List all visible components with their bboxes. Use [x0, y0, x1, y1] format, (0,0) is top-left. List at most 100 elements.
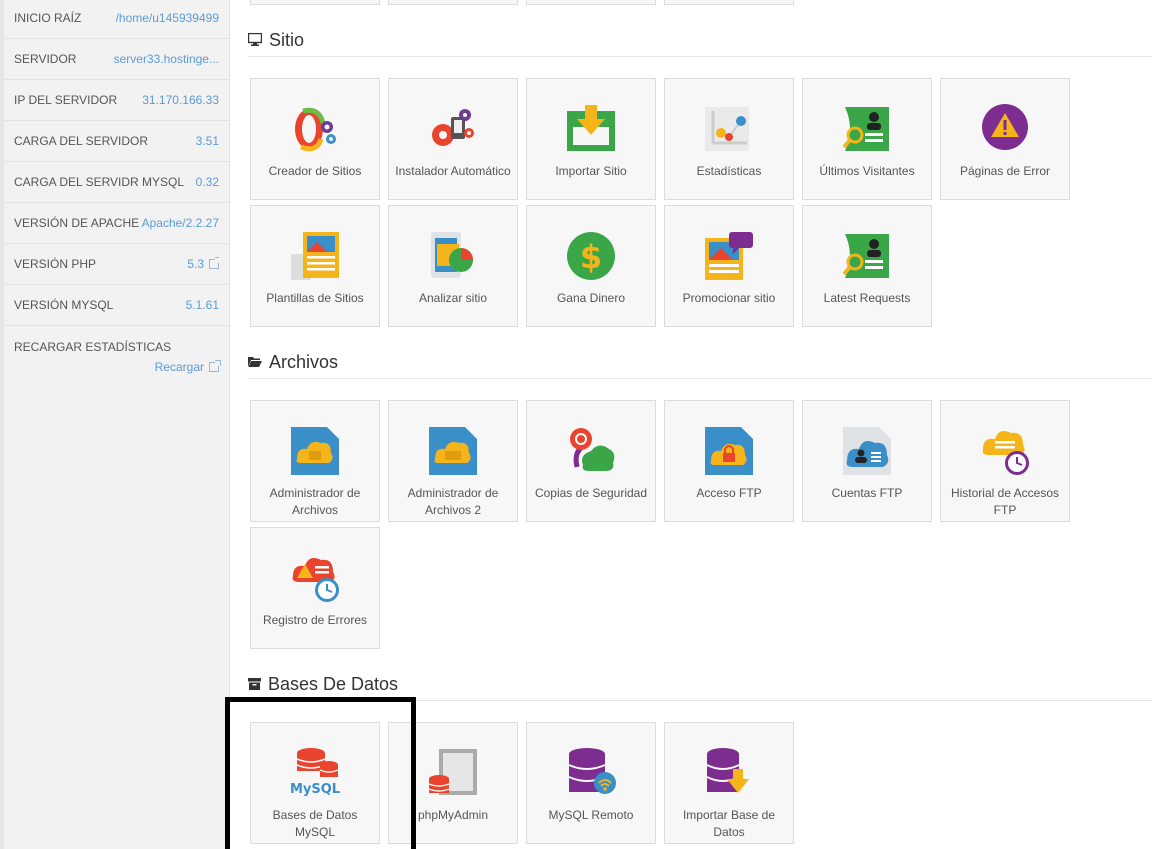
info-row-server: SERVIDOR server33.hostinge...	[4, 39, 229, 80]
info-value: 0.32	[195, 175, 219, 189]
latest-requests-icon	[842, 234, 889, 278]
ftp-accounts-icon	[843, 427, 891, 475]
reload-link[interactable]: Recargar	[14, 360, 221, 374]
section-title-text: Bases De Datos	[268, 674, 399, 694]
info-key: CARGA DEL SERVIDR MYSQL	[14, 175, 185, 189]
tile-plantillas-de-sitios[interactable]: Plantillas de Sitios	[250, 205, 380, 327]
tile-promocionar-sitio[interactable]: Promocionar sitio	[664, 205, 794, 327]
info-value: 31.170.166.33	[142, 93, 219, 107]
analyze-site-icon	[431, 232, 473, 278]
tile-administrador-de-archivos[interactable]: Administrador de Archivos	[250, 400, 380, 522]
tile-label: Administrador de Archivos 2	[407, 486, 499, 517]
info-row-server-load: CARGA DEL SERVIDOR 3.51	[4, 121, 229, 162]
tile-stub	[250, 0, 380, 5]
tile-label: Páginas de Error	[959, 164, 1051, 178]
tile-registro-de-errores[interactable]: Registro de Errores	[250, 527, 380, 649]
tile-importar-base-de-datos[interactable]: Importar Base de Datos	[664, 722, 794, 844]
tile-analizar-sitio[interactable]: Analizar sitio	[388, 205, 518, 327]
statistics-icon	[705, 107, 749, 151]
tile-latest-requests[interactable]: Latest Requests	[802, 205, 932, 327]
tile-instalador-automatico[interactable]: Instalador Automático	[388, 78, 518, 200]
tile-label: Últimos Visitantes	[819, 164, 915, 178]
info-key: SERVIDOR	[14, 52, 77, 66]
highlight-box	[225, 697, 416, 849]
tile-cuentas-ftp[interactable]: Cuentas FTP	[802, 400, 932, 522]
section-title-bases-de-datos: Bases De Datos	[248, 674, 398, 695]
info-row-ip: IP DEL SERVIDOR 31.170.166.33	[4, 80, 229, 121]
archive-box-icon	[248, 674, 261, 695]
auto-installer-icon	[432, 109, 474, 146]
import-database-icon	[706, 748, 749, 793]
external-link-icon	[209, 360, 221, 372]
section-divider	[248, 378, 1152, 379]
tile-label: Registro de Errores	[262, 613, 368, 627]
promote-site-icon	[705, 232, 753, 280]
ftp-history-icon	[982, 431, 1029, 475]
info-value: 3.51	[195, 134, 219, 148]
tile-label: MySQL Remoto	[548, 808, 634, 822]
tile-ultimos-visitantes[interactable]: Últimos Visitantes	[802, 78, 932, 200]
tile-label: Latest Requests	[823, 291, 911, 305]
tile-label: Promocionar sitio	[682, 291, 776, 305]
info-row-apache: VERSIÓN DE APACHE Apache/2.2.27	[4, 203, 229, 244]
last-visitors-icon	[842, 107, 889, 151]
info-key: VERSIÓN PHP	[14, 257, 97, 271]
tile-copias-de-seguridad[interactable]: Copias de Seguridad	[526, 400, 656, 522]
tile-creador-de-sitios[interactable]: Creador de Sitios	[250, 78, 380, 200]
site-templates-icon	[291, 232, 339, 280]
tile-label: phpMyAdmin	[417, 808, 489, 822]
tile-gana-dinero[interactable]: $ Gana Dinero	[526, 205, 656, 327]
tile-label: Administrador de Archivos	[269, 486, 361, 517]
info-row-mysql: VERSIÓN MYSQL 5.1.61	[4, 285, 229, 326]
tile-label: Instalador Automático	[395, 164, 511, 178]
tile-label: Estadísticas	[696, 164, 762, 178]
info-value: 5.1.61	[185, 298, 219, 312]
info-value: /home/u145939499	[115, 11, 219, 25]
tile-estadisticas[interactable]: Estadísticas	[664, 78, 794, 200]
reload-stats-row: RECARGAR ESTADÍSTICAS Recargar	[4, 328, 229, 384]
tile-label: Gana Dinero	[556, 291, 626, 305]
site-builder-icon	[295, 107, 336, 152]
svg-text:$: $	[580, 238, 602, 276]
error-pages-icon	[982, 104, 1028, 150]
folder-open-icon	[248, 352, 262, 373]
info-key: VERSIÓN DE APACHE	[14, 216, 140, 230]
phpmyadmin-icon	[428, 749, 477, 795]
info-value: 5.3	[187, 257, 204, 271]
tile-label: Importar Base de Datos	[682, 808, 776, 839]
reload-label: Recargar	[154, 360, 204, 374]
section-title-text: Archivos	[269, 352, 339, 372]
monitor-icon	[247, 30, 263, 51]
tile-stub	[664, 0, 794, 5]
info-row-mysql-load: CARGA DEL SERVIDR MYSQL 0.32	[4, 162, 229, 203]
tile-label: Copias de Seguridad	[534, 486, 648, 500]
error-log-icon	[292, 558, 339, 602]
tile-label: Historial de Accesos FTP	[950, 486, 1060, 517]
file-manager-icon	[291, 427, 339, 475]
php-version-link[interactable]: 5.3	[187, 257, 219, 271]
section-title-text: Sitio	[269, 30, 305, 50]
tile-label: Cuentas FTP	[831, 486, 903, 500]
tile-acceso-ftp[interactable]: Acceso FTP	[664, 400, 794, 522]
info-key: RECARGAR ESTADÍSTICAS	[14, 340, 172, 354]
tile-label: Acceso FTP	[696, 486, 762, 500]
tile-historial-de-accesos-ftp[interactable]: Historial de Accesos FTP	[940, 400, 1070, 522]
server-info-sidebar: INICIO RAÍZ /home/u145939499 SERVIDOR se…	[0, 0, 230, 849]
tile-label: Importar Sitio	[555, 164, 627, 178]
tile-paginas-de-error[interactable]: Páginas de Error	[940, 78, 1070, 200]
section-title-sitio: Sitio	[247, 30, 305, 51]
info-value: server33.hostinge...	[113, 52, 219, 66]
tile-administrador-de-archivos-2[interactable]: Administrador de Archivos 2	[388, 400, 518, 522]
info-key: INICIO RAÍZ	[14, 11, 82, 25]
tile-label: Plantillas de Sitios	[266, 291, 364, 305]
info-key: CARGA DEL SERVIDOR	[14, 134, 149, 148]
info-row-php: VERSIÓN PHP 5.3	[4, 244, 229, 285]
info-key: VERSIÓN MYSQL	[14, 298, 114, 312]
external-link-icon	[209, 257, 219, 269]
tile-importar-sitio[interactable]: Importar Sitio	[526, 78, 656, 200]
tile-mysql-remoto[interactable]: MySQL Remoto	[526, 722, 656, 844]
tile-label: Analizar sitio	[418, 291, 488, 305]
section-title-archivos: Archivos	[248, 352, 338, 373]
file-manager-2-icon	[429, 427, 477, 475]
import-site-icon	[567, 105, 615, 151]
